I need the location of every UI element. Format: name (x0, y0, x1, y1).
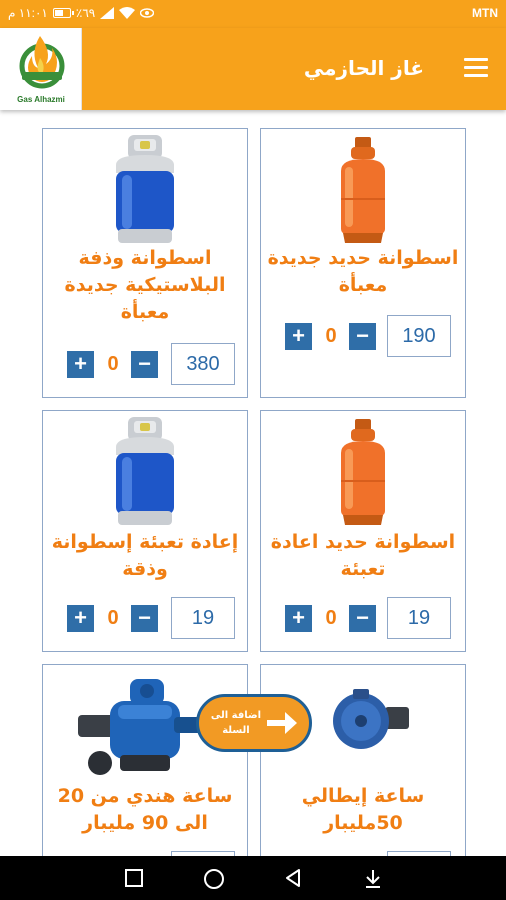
product-name: ساعة إيطالي 50ملیبار (301, 785, 425, 834)
orange-cylinder-icon (261, 137, 465, 243)
minus-button[interactable]: − (131, 351, 158, 378)
signal-icon (100, 7, 115, 19)
keyboard-hide-icon[interactable] (362, 868, 384, 890)
price-field: 380 (171, 343, 235, 385)
blue-cylinder-icon (43, 135, 247, 243)
product-name: اسطوانة وذفة البلاستيكية جديدة معبأة (64, 247, 226, 323)
quantity-value: 0 (325, 325, 337, 347)
quantity-value: 0 (107, 353, 119, 375)
home-icon[interactable] (203, 868, 225, 890)
carrier-name: MTN (472, 6, 498, 20)
arrow-right-icon (267, 712, 297, 734)
add-to-cart-label: اضافة الى السلة (210, 710, 262, 736)
product-card[interactable]: اسطوانة حديد جديدة معبأة 190 − 0 + (260, 128, 466, 398)
flame-logo-icon (19, 36, 65, 89)
plus-button[interactable]: + (67, 605, 94, 632)
plus-button[interactable]: + (285, 605, 312, 632)
minus-button[interactable]: − (131, 605, 158, 632)
app-title: غاز الحازمي (303, 56, 424, 80)
product-name: اسطوانة حديد جديدة معبأة (267, 247, 459, 296)
recent-apps-icon[interactable] (124, 868, 144, 888)
price-field: 19 (171, 597, 235, 639)
quantity-value: 0 (107, 607, 119, 629)
plus-button[interactable]: + (67, 351, 94, 378)
app-bar: Gas Alhazmi غاز الحازمي (0, 28, 506, 110)
product-card[interactable]: ساعة إيطالي 50ملیبار (260, 664, 466, 893)
orange-cylinder-icon (261, 419, 465, 525)
wifi-icon (119, 7, 136, 19)
status-left: ١١:٠١ م ٪٦٩ (8, 6, 155, 20)
app-logo[interactable]: Gas Alhazmi (0, 28, 82, 110)
add-to-cart-button[interactable]: اضافة الى السلة (196, 694, 312, 752)
back-icon[interactable] (283, 868, 303, 888)
blue-cylinder-icon (43, 417, 247, 525)
status-bar: ١١:٠١ م ٪٦٩ MTN (0, 0, 506, 28)
price-field: 190 (387, 315, 451, 357)
product-name: ساعة هندي من 20 الى 90 مليبار (57, 785, 233, 834)
product-name: اسطوانة حديد اعادة تعبئة (270, 531, 456, 580)
product-card[interactable]: اسطوانة وذفة البلاستيكية جديدة معبأة 380… (42, 128, 248, 398)
price-field: 19 (387, 597, 451, 639)
battery-icon (52, 8, 74, 18)
minus-button[interactable]: − (349, 323, 376, 350)
logo-caption: Gas Alhazmi (17, 95, 65, 104)
battery-level: ٪٦٩ (75, 6, 96, 20)
plus-button[interactable]: + (285, 323, 312, 350)
eye-icon (140, 8, 155, 18)
quantity-value: 0 (325, 607, 337, 629)
system-nav-bar (0, 856, 506, 900)
status-time: ١١:٠١ م (8, 6, 48, 20)
product-name: إعادة تعبئة إسطوانة وذقة (51, 531, 239, 580)
minus-button[interactable]: − (349, 605, 376, 632)
product-card[interactable]: اسطوانة حديد اعادة تعبئة 19 − 0 + (260, 410, 466, 652)
product-card[interactable]: إعادة تعبئة إسطوانة وذقة 19 − 0 + (42, 410, 248, 652)
hamburger-menu-icon[interactable] (464, 58, 488, 78)
